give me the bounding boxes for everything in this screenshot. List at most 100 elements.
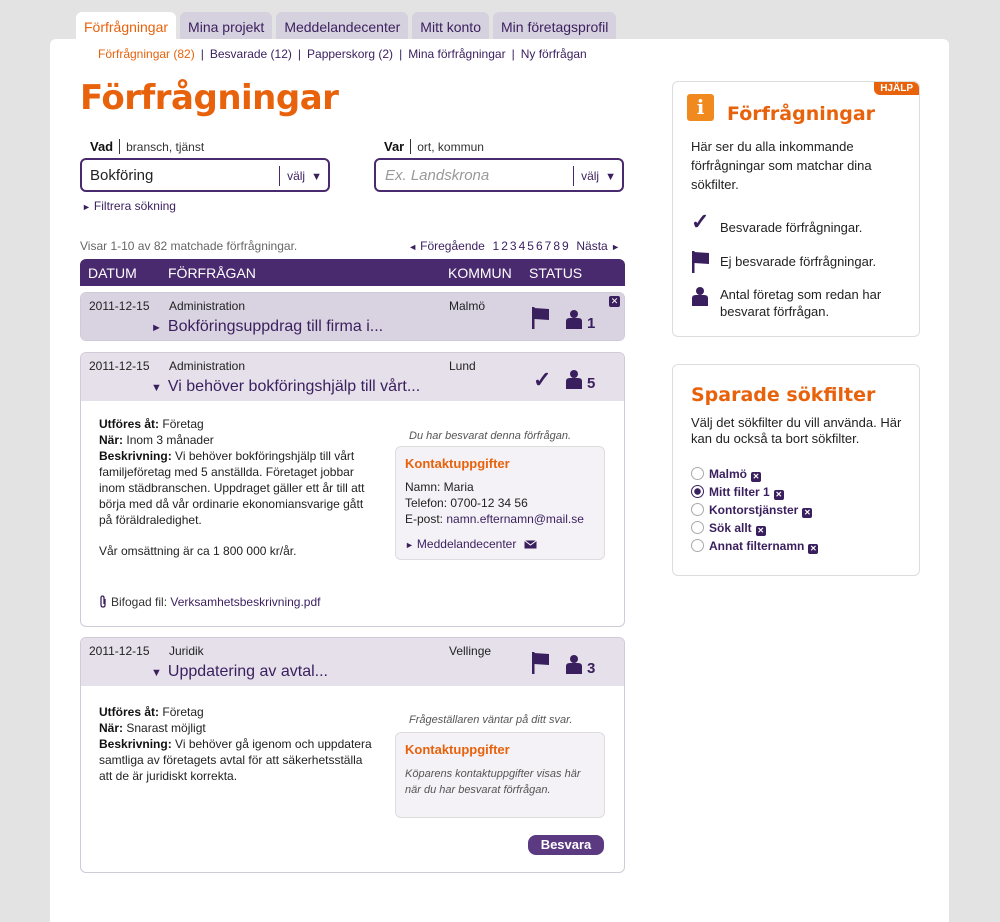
legend-unanswered: Ej besvarade förfrågningar. — [691, 251, 910, 273]
saved-filter-item[interactable]: Annat filternamn ✕ — [691, 539, 819, 554]
var-hint: ort, kommun — [417, 140, 484, 154]
chevron-down-icon: ▼ — [311, 171, 322, 183]
radio-button[interactable] — [691, 467, 704, 480]
request-title: Vi behöver bokföringshjälp till vårt... — [167, 378, 421, 395]
page-link-1[interactable]: 1 — [493, 239, 500, 253]
valj-label: välj — [581, 169, 600, 183]
tab-mitt-konto[interactable]: Mitt konto — [412, 12, 489, 40]
close-icon[interactable]: ✕ — [609, 296, 620, 307]
nar-label: När: — [99, 721, 124, 735]
radio-button[interactable] — [691, 521, 704, 534]
prev-page-link[interactable]: ◄ Föregående — [408, 239, 485, 253]
vad-valj-dropdown[interactable]: välj ▼ — [279, 166, 322, 186]
request-category: Juridik — [169, 644, 204, 658]
var-valj-dropdown[interactable]: välj ▼ — [573, 166, 616, 186]
filtrera-sokning-link[interactable]: ► Filtrera sökning — [82, 199, 176, 213]
legend-answered-text: Besvarade förfrågningar. — [720, 220, 863, 235]
nar-value: Snarast möjligt — [126, 721, 206, 735]
attachment: Bifogad fil: Verksamhetsbeskrivning.pdf — [99, 594, 320, 610]
remove-filter-icon[interactable]: ✕ — [773, 490, 784, 500]
request-row[interactable]: 2011-12-15 Administration Malmö ► Bokföri… — [80, 292, 625, 341]
email-link[interactable]: namn.efternamn@mail.se — [446, 512, 584, 526]
beskrivning-label: Beskrivning: — [99, 737, 172, 751]
remove-filter-icon[interactable]: ✕ — [808, 544, 819, 554]
remove-filter-icon[interactable]: ✕ — [802, 508, 813, 518]
tab-forfragningar[interactable]: Förfrågningar — [76, 12, 177, 40]
vad-input-value: Bokföring — [90, 167, 154, 184]
email-label: E-post: — [405, 512, 444, 526]
saved-filter-item[interactable]: Malmö ✕ — [691, 467, 762, 482]
subnav-forfragningar[interactable]: Förfrågningar (82) — [98, 47, 195, 61]
var-label: Var ort, kommun — [384, 139, 484, 154]
request-date: 2011-12-15 — [89, 359, 150, 373]
vad-search-input[interactable]: Bokföring välj ▼ — [80, 158, 330, 192]
radio-button[interactable] — [691, 539, 704, 552]
request-row[interactable]: 2011-12-15 Administration Lund ▼ Vi behöv… — [80, 352, 625, 627]
legend-answered: ✓ Besvarade förfrågningar. — [691, 211, 910, 236]
vad-hint: bransch, tjänst — [126, 140, 205, 154]
saved-filter-item[interactable]: Kontorstjänster ✕ — [691, 503, 813, 518]
page-title: Förfrågningar — [80, 78, 339, 118]
remove-filter-icon[interactable]: ✕ — [751, 472, 762, 482]
attachment-link[interactable]: Verksamhetsbeskrivning.pdf — [170, 595, 320, 609]
tab-min-foretagsprofil[interactable]: Min företagsprofil — [493, 12, 617, 40]
beskrivning-line: Beskrivning: Vi behöver gå igenom och up… — [99, 736, 379, 784]
flag-icon — [692, 251, 709, 273]
extra-info: Vår omsättning är ca 1 800 000 kr/år. — [99, 544, 297, 558]
page-link-4[interactable]: 4 — [519, 239, 526, 253]
utfores-line: Utföres åt: Företag — [99, 704, 379, 720]
saved-filter-item[interactable]: Mitt filter 1 ✕ — [691, 485, 784, 500]
filter-label: Sök allt — [709, 521, 752, 535]
page-link-8[interactable]: 8 — [553, 239, 560, 253]
request-row[interactable]: 2011-12-15 Juridik Vellinge ▼ Uppdatering… — [80, 637, 625, 873]
person-icon — [566, 655, 582, 674]
request-title-link[interactable]: ► Bokföringsuppdrag till firma i... — [151, 318, 383, 336]
page-link-2[interactable]: 2 — [501, 239, 508, 253]
contact-placeholder-text: Köparens kontaktuppgifter visas här när … — [405, 768, 581, 796]
filter-label: Annat filternamn — [709, 539, 805, 553]
filter-label: Mitt filter 1 — [709, 485, 770, 499]
tab-mina-projekt[interactable]: Mina projekt — [180, 12, 273, 40]
beskrivning-line: Beskrivning: Vi behöver bokföringshjälp … — [99, 448, 379, 528]
saved-filters-panel: Sparade sökfilter Välj det sökfilter du … — [672, 364, 920, 576]
subnav-besvarade[interactable]: Besvarade (12) — [210, 47, 292, 61]
prev-label: Föregående — [420, 239, 485, 253]
request-header: 2011-12-15 Administration Lund ▼ Vi behöv… — [81, 353, 624, 401]
request-details: Utföres åt: Företag När: Inom 3 månader … — [81, 401, 624, 626]
checkmark-icon: ✓ — [533, 367, 552, 392]
chevron-down-icon: ▼ — [605, 171, 616, 183]
table-header: DATUM FÖRFRÅGAN KOMMUN STATUS — [80, 259, 625, 286]
help-badge[interactable]: HJÄLP — [874, 82, 919, 95]
subnav-separator: | — [200, 47, 204, 61]
radio-button[interactable] — [691, 503, 704, 516]
saved-filter-item[interactable]: Sök allt ✕ — [691, 521, 766, 536]
request-title: Uppdatering av avtal... — [167, 663, 328, 680]
subnav-ny-forfragan[interactable]: Ny förfrågan — [521, 47, 587, 61]
tab-meddelandecenter[interactable]: Meddelandecenter — [276, 12, 409, 40]
radio-button[interactable] — [691, 485, 704, 498]
page-link-6[interactable]: 6 — [536, 239, 543, 253]
page-link-5[interactable]: 5 — [527, 239, 534, 253]
request-title-link[interactable]: ▼ Uppdatering av avtal... — [151, 663, 328, 681]
vad-label: Vad bransch, tjänst — [90, 139, 204, 154]
meddelandecenter-link[interactable]: ► Meddelandecenter — [405, 536, 537, 553]
page-link-7[interactable]: 7 — [545, 239, 552, 253]
request-details: Utföres åt: Företag När: Snarast möjligt… — [81, 686, 624, 872]
remove-filter-icon[interactable]: ✕ — [755, 526, 766, 536]
next-page-link[interactable]: Nästa ► — [576, 239, 623, 253]
subnav-mina-forfragningar[interactable]: Mina förfrågningar — [408, 47, 505, 61]
var-search-input[interactable]: Ex. Landskrona välj ▼ — [374, 158, 624, 192]
responder-count: 1 — [587, 315, 596, 332]
status-note: Frågeställaren väntar på ditt svar. — [409, 714, 573, 726]
help-panel: HJÄLP i Förfrågningar Här ser du alla in… — [672, 81, 920, 337]
besvara-button[interactable]: Besvara — [528, 835, 604, 855]
request-description: Utföres åt: Företag När: Inom 3 månader … — [99, 416, 379, 559]
filter-label: Malmö — [709, 467, 748, 481]
request-title-link[interactable]: ▼ Vi behöver bokföringshjälp till vårt... — [151, 378, 420, 396]
page-link-9[interactable]: 9 — [562, 239, 569, 253]
page-link-3[interactable]: 3 — [510, 239, 517, 253]
filter-label: Kontorstjänster — [709, 503, 799, 517]
subnav-papperskorg[interactable]: Papperskorg (2) — [307, 47, 393, 61]
flag-icon — [532, 307, 549, 329]
triangle-right-icon: ► — [151, 322, 162, 334]
